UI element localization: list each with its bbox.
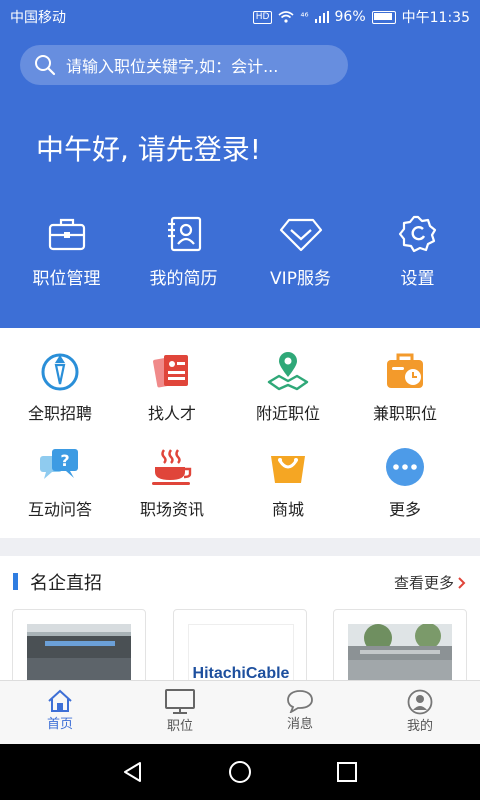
clock: 中午11:35	[401, 10, 470, 26]
tab-label: 首页	[46, 717, 73, 732]
wifi-icon	[278, 11, 295, 23]
tab-profile[interactable]: 我的	[360, 681, 480, 745]
section-title: 名企直招	[30, 573, 102, 594]
grid-item-label: 全职招聘	[27, 404, 92, 423]
search-placeholder: 请输入职位关键字,如：会计...	[66, 57, 279, 76]
company-card[interactable]	[333, 609, 467, 680]
quick-action-vip[interactable]: VIP服务	[242, 214, 359, 289]
profile-icon	[407, 689, 433, 715]
grid-item-label: 更多	[388, 500, 421, 519]
company-photo	[27, 624, 131, 680]
nearby-map-icon	[267, 352, 309, 391]
search-bar[interactable]: 请输入职位关键字,如：会计...	[20, 45, 348, 85]
grid-item-label: 兼职职位	[372, 404, 437, 423]
grid-item-label: 商城	[271, 500, 304, 519]
status-bar: 中国移动 HD ⁴⁶ 96% 中午11:35	[0, 0, 480, 32]
quick-action-label: VIP服务	[270, 269, 331, 289]
quick-action-label: 我的简历	[149, 269, 218, 289]
more-dots-icon	[386, 448, 424, 486]
tab-label: 消息	[286, 717, 313, 732]
back-icon[interactable]	[122, 761, 144, 783]
network-type: ⁴⁶	[300, 11, 309, 23]
grid-item-find-talent[interactable]: 找人才	[112, 350, 232, 424]
home-icon	[48, 689, 72, 712]
recents-icon[interactable]	[337, 762, 357, 782]
quick-action-label: 职位管理	[32, 269, 101, 289]
view-more-link[interactable]: 查看更多	[394, 572, 466, 593]
briefcase-icon	[48, 218, 85, 251]
grid-item-fulltime[interactable]: 全职招聘	[0, 350, 120, 424]
section-accent-bar	[13, 573, 18, 590]
view-more-label: 查看更多	[393, 574, 454, 592]
grid-item-label: 附近职位	[255, 404, 320, 423]
hero-header: 中国移动 HD ⁴⁶ 96% 中午11:35 请输入职位关键字,如：会计... …	[0, 0, 480, 328]
battery-icon	[371, 10, 396, 24]
hd-icon: HD	[252, 10, 273, 24]
shopping-bag-icon	[271, 456, 305, 483]
fulltime-icon	[41, 353, 79, 391]
signal-icon	[314, 11, 329, 23]
search-icon	[35, 55, 56, 76]
company-photo	[348, 624, 452, 680]
battery-percent: 96%	[334, 9, 366, 25]
tab-label: 我的	[406, 719, 433, 734]
grid-item-news[interactable]: 职场资讯	[112, 446, 232, 520]
system-nav-bar	[0, 744, 480, 800]
tab-jobs[interactable]: 职位	[120, 681, 240, 745]
company-card[interactable]: HitachiCable	[173, 609, 307, 680]
tab-messages[interactable]: 消息	[240, 681, 360, 745]
chat-icon	[287, 690, 313, 713]
monitor-icon	[165, 689, 195, 714]
quick-action-settings[interactable]: 设置	[359, 214, 476, 289]
grid-item-qa[interactable]: ? 互动问答	[0, 446, 120, 520]
coffee-news-icon	[152, 449, 192, 485]
grid-item-label: 找人才	[147, 404, 196, 423]
quick-action-job-management[interactable]: 职位管理	[8, 214, 125, 289]
grid-item-nearby[interactable]: 附近职位	[228, 350, 348, 424]
company-card[interactable]	[12, 609, 146, 680]
quick-action-my-resume[interactable]: 我的简历	[125, 214, 242, 289]
carrier-name: 中国移动	[10, 10, 66, 26]
grid-item-label: 职场资讯	[139, 500, 204, 519]
featured-companies: 名企直招 查看更多 HitachiCable	[0, 556, 480, 680]
qa-bubble-icon: ?	[40, 449, 78, 479]
gear-icon	[398, 215, 436, 253]
quick-action-label: 设置	[400, 269, 435, 289]
svg-text:?: ?	[60, 451, 69, 470]
grid-item-mall[interactable]: 商城	[228, 446, 348, 520]
grid-item-more[interactable]: 更多	[345, 446, 465, 520]
home-circle-icon[interactable]	[228, 760, 252, 784]
grid-item-parttime[interactable]: 兼职职位	[345, 350, 465, 424]
company-logo: HitachiCable	[188, 624, 294, 680]
resume-icon	[167, 216, 201, 252]
status-right: HD ⁴⁶ 96% 中午11:35	[252, 7, 470, 27]
quick-actions: 职位管理 我的简历 VIP服务 设置	[0, 214, 480, 289]
login-greeting[interactable]: 中午好, 请先登录!	[36, 128, 261, 168]
bottom-tab-bar: 首页 职位 消息 我的	[0, 680, 480, 745]
find-talent-icon	[153, 355, 188, 388]
tab-label: 职位	[166, 719, 193, 734]
grid-item-label: 互动问答	[27, 500, 92, 519]
tab-home[interactable]: 首页	[0, 681, 120, 745]
feature-grid: 全职招聘 找人才 附近职位 兼职职位 ? 互动问答 职场资讯 商城 更多	[0, 328, 480, 538]
vip-diamond-icon	[279, 218, 322, 252]
parttime-bag-icon	[387, 353, 423, 388]
company-logo-text: HitachiCable	[192, 665, 290, 680]
chevron-right-icon	[458, 576, 466, 589]
